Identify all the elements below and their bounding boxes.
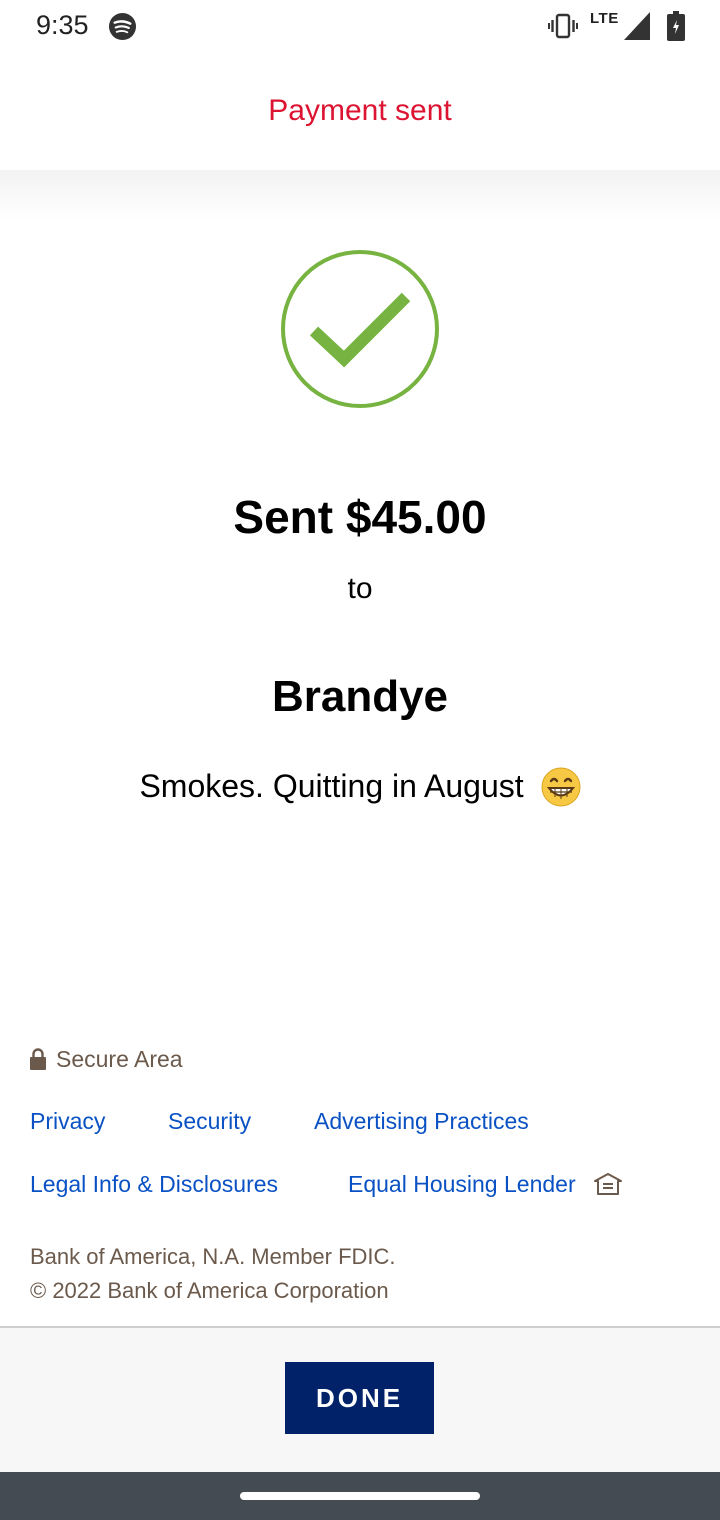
memo-text: Smokes. Quitting in August <box>139 768 524 805</box>
network-type-label: LTE <box>590 10 619 27</box>
recipient-name: Brandye <box>271 672 449 721</box>
grinning-face-icon <box>541 767 581 807</box>
navigation-bar <box>0 1472 720 1520</box>
vibrate-icon <box>548 13 578 39</box>
legal-info-link[interactable]: Legal Info & Disclosures <box>30 1171 278 1198</box>
secure-area-label: Secure Area <box>56 1045 183 1072</box>
privacy-link[interactable]: Privacy <box>30 1108 105 1135</box>
status-time: 9:35 <box>36 10 89 40</box>
done-button[interactable]: DONE <box>285 1362 434 1434</box>
to-label: to <box>347 572 373 605</box>
security-link[interactable]: Security <box>168 1108 251 1135</box>
lock-icon <box>30 1048 46 1070</box>
secure-area: Secure Area <box>30 1044 183 1074</box>
home-gesture-handle[interactable] <box>240 1492 480 1500</box>
equal-housing-lender-link[interactable]: Equal Housing Lender <box>348 1171 576 1198</box>
legal-text-fdic: Bank of America, N.A. Member FDIC. <box>30 1244 396 1269</box>
legal-text-copyright: © 2022 Bank of America Corporation <box>30 1278 389 1303</box>
signal-icon <box>624 12 650 40</box>
memo-row: Smokes. Quitting in August <box>0 766 720 807</box>
header: Payment sent <box>0 54 720 170</box>
page-title: Payment sent <box>268 94 452 127</box>
status-bar: 9:35 LTE <box>0 0 720 54</box>
battery-icon <box>667 11 685 41</box>
spotify-icon <box>108 12 137 41</box>
advertising-practices-link[interactable]: Advertising Practices <box>314 1108 529 1135</box>
check-circle-icon <box>281 250 439 408</box>
header-shadow <box>0 170 720 220</box>
bottom-action-panel: DONE <box>0 1326 720 1472</box>
sent-amount: Sent $45.00 <box>233 491 487 543</box>
equal-housing-icon <box>594 1173 622 1195</box>
